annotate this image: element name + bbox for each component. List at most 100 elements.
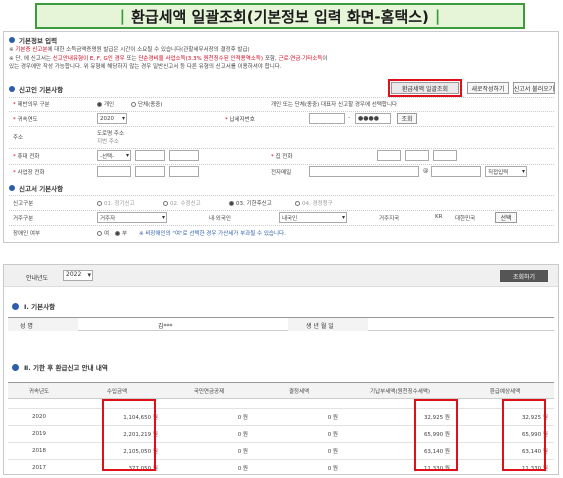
basic-section-header: Ⅰ. 기본사항 (12, 301, 55, 311)
email-id-input[interactable] (309, 166, 419, 177)
email-at: @ (423, 168, 429, 174)
return-type-row: 신고구분 01. 정기신고 02. 수정신고 03. 기한후신고 04. 경정청… (9, 197, 554, 209)
table-row: 2017 377,050 원0 원0 원 11,330 원 11,330 원 (8, 459, 554, 474)
country-select-button[interactable]: 선택 (495, 212, 517, 223)
table-row (8, 398, 554, 409)
name-value: 김*** (158, 323, 173, 330)
rewrite-button[interactable]: 새로작성하기 (467, 82, 509, 94)
biz-phone-2-input[interactable] (135, 166, 165, 177)
divider (9, 126, 554, 127)
mobile-prefix-select[interactable]: -선택- (97, 150, 131, 161)
divider (9, 164, 554, 165)
biz-phone-row: 사업장 전화 전자메일 @ 직접입력 (9, 166, 554, 178)
page-title: 환급세액 일괄조회(기본정보 입력 화면-홈택스) (131, 7, 429, 26)
table-row: 2019 2,201,219 원0 원0 원 65,990 원 65,990 원 (8, 425, 554, 443)
country-label: 거주지국 (379, 216, 400, 222)
radio-group[interactable]: 단체(종중) (131, 100, 163, 108)
mobile-mid-input[interactable] (135, 150, 165, 161)
phone-row: 휴대 전화 -선택- * 집 전화 (9, 150, 554, 162)
biz-phone-1-input[interactable] (97, 166, 131, 177)
divider (9, 111, 554, 112)
lookup-toolbar: 안내년도 2022 조회하기 (4, 265, 558, 287)
notice-line-1: ※ 기본증 신고분에 대한 소득금액증명원 발급은 시간이 소요될 수 있습니다… (9, 47, 250, 53)
section-bullet-icon (9, 37, 15, 43)
country-code: KR (435, 214, 443, 220)
refund-highlight (502, 399, 546, 471)
divider (9, 210, 554, 211)
load-return-button[interactable]: 신고서 불러오기 (513, 82, 555, 94)
table-row: 2018 2,105,050 원0 원0 원 63,140 원 63,140 원 (8, 442, 554, 460)
basic-info-table: 성 명 김*** 생 년 월 일 (8, 317, 554, 331)
rrn-label: * 납세자번호 (225, 117, 255, 123)
disabled-yes-radio[interactable]: 부 (115, 229, 127, 237)
name-label: 성 명 (20, 323, 33, 330)
radio-off-icon (131, 102, 136, 107)
email-domain-input[interactable] (431, 166, 481, 177)
address-row: 주소 도로명 주소 지번 주소 (9, 129, 554, 147)
biz-phone-label: 사업장 전화 (13, 168, 45, 176)
year-select[interactable]: 2020 (97, 113, 127, 124)
section-bullet-icon (12, 363, 19, 371)
section-bullet-icon (9, 86, 15, 92)
mobile-last-input[interactable] (169, 150, 199, 161)
basic-info-form-panel: 기본정보 입력 ※ 기본증 신고분에 대한 소득금액증명원 발급은 시간이 소요… (3, 31, 559, 243)
return-type-claim[interactable]: 04. 경정청구 (295, 199, 333, 207)
return-type-amend[interactable]: 02. 수정신고 (163, 199, 201, 207)
lookup-year-label: 안내년도 (26, 275, 49, 282)
year-label: 귀속연도 (13, 115, 38, 123)
basic-info-header: 기본정보 입력 (9, 35, 57, 45)
col-paid: 기납부세액(원천징수세액) (344, 382, 456, 399)
biz-phone-3-input[interactable] (169, 166, 199, 177)
home-phone-2-input[interactable] (405, 150, 429, 161)
return-basic-header: 신고서 기본사항 (9, 183, 63, 193)
year-row: 귀속연도 2020 * 납세자번호 - ●●●● 조회 (9, 113, 554, 125)
income-highlight (102, 399, 156, 471)
email-label: 전자메일 (271, 170, 292, 176)
divider (9, 195, 554, 196)
refund-lookup-panel: 안내년도 2022 조회하기 Ⅰ. 기본사항 성 명 김*** 생 년 월 일 … (3, 264, 559, 475)
filer-type-hint: 개인 또는 단체(종중) 대표자 신고할 경우에 선택합니다 (271, 102, 398, 108)
radio-on-icon (97, 102, 102, 107)
refund-section-header: Ⅱ. 기한 후 환급신고 안내 내역 (12, 362, 108, 372)
disabled-row: 장애인 여부 여 부 ※ 비장애인의 "여"로 선택한 경우 가산세가 부과될 … (9, 227, 554, 239)
country-name: 대한민국 (455, 216, 476, 222)
paid-highlight (414, 399, 458, 471)
return-type-regular[interactable]: 01. 정기신고 (97, 199, 135, 207)
col-tax: 결정세액 (254, 382, 344, 399)
page-title-box: | 환급세액 일괄조회(기본정보 입력 화면-홈택스) | (35, 3, 525, 29)
refund-table: 귀속년도 수입금액 국민연금공제 결정세액 기납부세액(원천징수세액) 환급예상… (8, 382, 554, 474)
table-row: 2020 1,104,650 원0 원0 원 32,925 원 32,925 원 (8, 408, 554, 426)
return-type-late[interactable]: 03. 기한후신고 (229, 199, 272, 207)
filer-type-label: 제반의무 구분 (13, 100, 50, 108)
address-label: 주소 (13, 135, 24, 141)
resident-label: 거주구분 (13, 216, 34, 222)
home-phone-1-input[interactable] (377, 150, 401, 161)
email-domain-select[interactable]: 직접입력 (485, 166, 527, 177)
filer-type-row: 제반의무 구분 개인 단체(종중) 개인 또는 단체(종중) 대표자 신고할 경… (9, 98, 554, 110)
col-income: 수입금액 (70, 382, 164, 399)
title-bar-left: | (119, 7, 126, 25)
notice-line-2: ※ 단, 에 신고서는 신고안내유형이 E, F, G인 경우 또는 단순경비율… (9, 55, 328, 62)
refund-lookup-highlight (388, 79, 462, 97)
address-lot: 지번 주소 (97, 139, 119, 145)
disabled-note: ※ 비장애인의 "여"로 선택한 경우 가산세가 부과될 수 있습니다. (139, 231, 286, 237)
address-road: 도로명 주소 (97, 131, 125, 137)
rrn-back-input[interactable]: ●●●● (355, 113, 391, 124)
resident-row: 거주구분 거주자 내·외국인 내국인 거주지국 KR 대한민국 선택 (9, 212, 554, 224)
notice-line-3: 있는 경우에만 작성 가능합니다. 위 유형에 해당하지 않는 경우 일반신고서… (9, 64, 282, 70)
rrn-verify-button[interactable]: 조회 (397, 113, 417, 124)
col-pension: 국민연금공제 (164, 382, 254, 399)
radio-individual[interactable]: 개인 (97, 100, 114, 108)
nationality-select[interactable]: 내국인 (279, 212, 347, 223)
section-bullet-icon (12, 302, 19, 310)
title-bar-right: | (434, 7, 441, 25)
resident-select[interactable]: 거주자 (97, 212, 167, 223)
lookup-year-select[interactable]: 2022 (63, 270, 93, 281)
rrn-front-input[interactable] (309, 113, 345, 124)
rrn-dash: - (348, 115, 350, 121)
query-button[interactable]: 조회하기 (500, 270, 548, 282)
col-year: 귀속년도 (8, 382, 70, 399)
home-phone-3-input[interactable] (433, 150, 457, 161)
disabled-no-radio[interactable]: 여 (97, 229, 109, 237)
divider (9, 225, 554, 226)
